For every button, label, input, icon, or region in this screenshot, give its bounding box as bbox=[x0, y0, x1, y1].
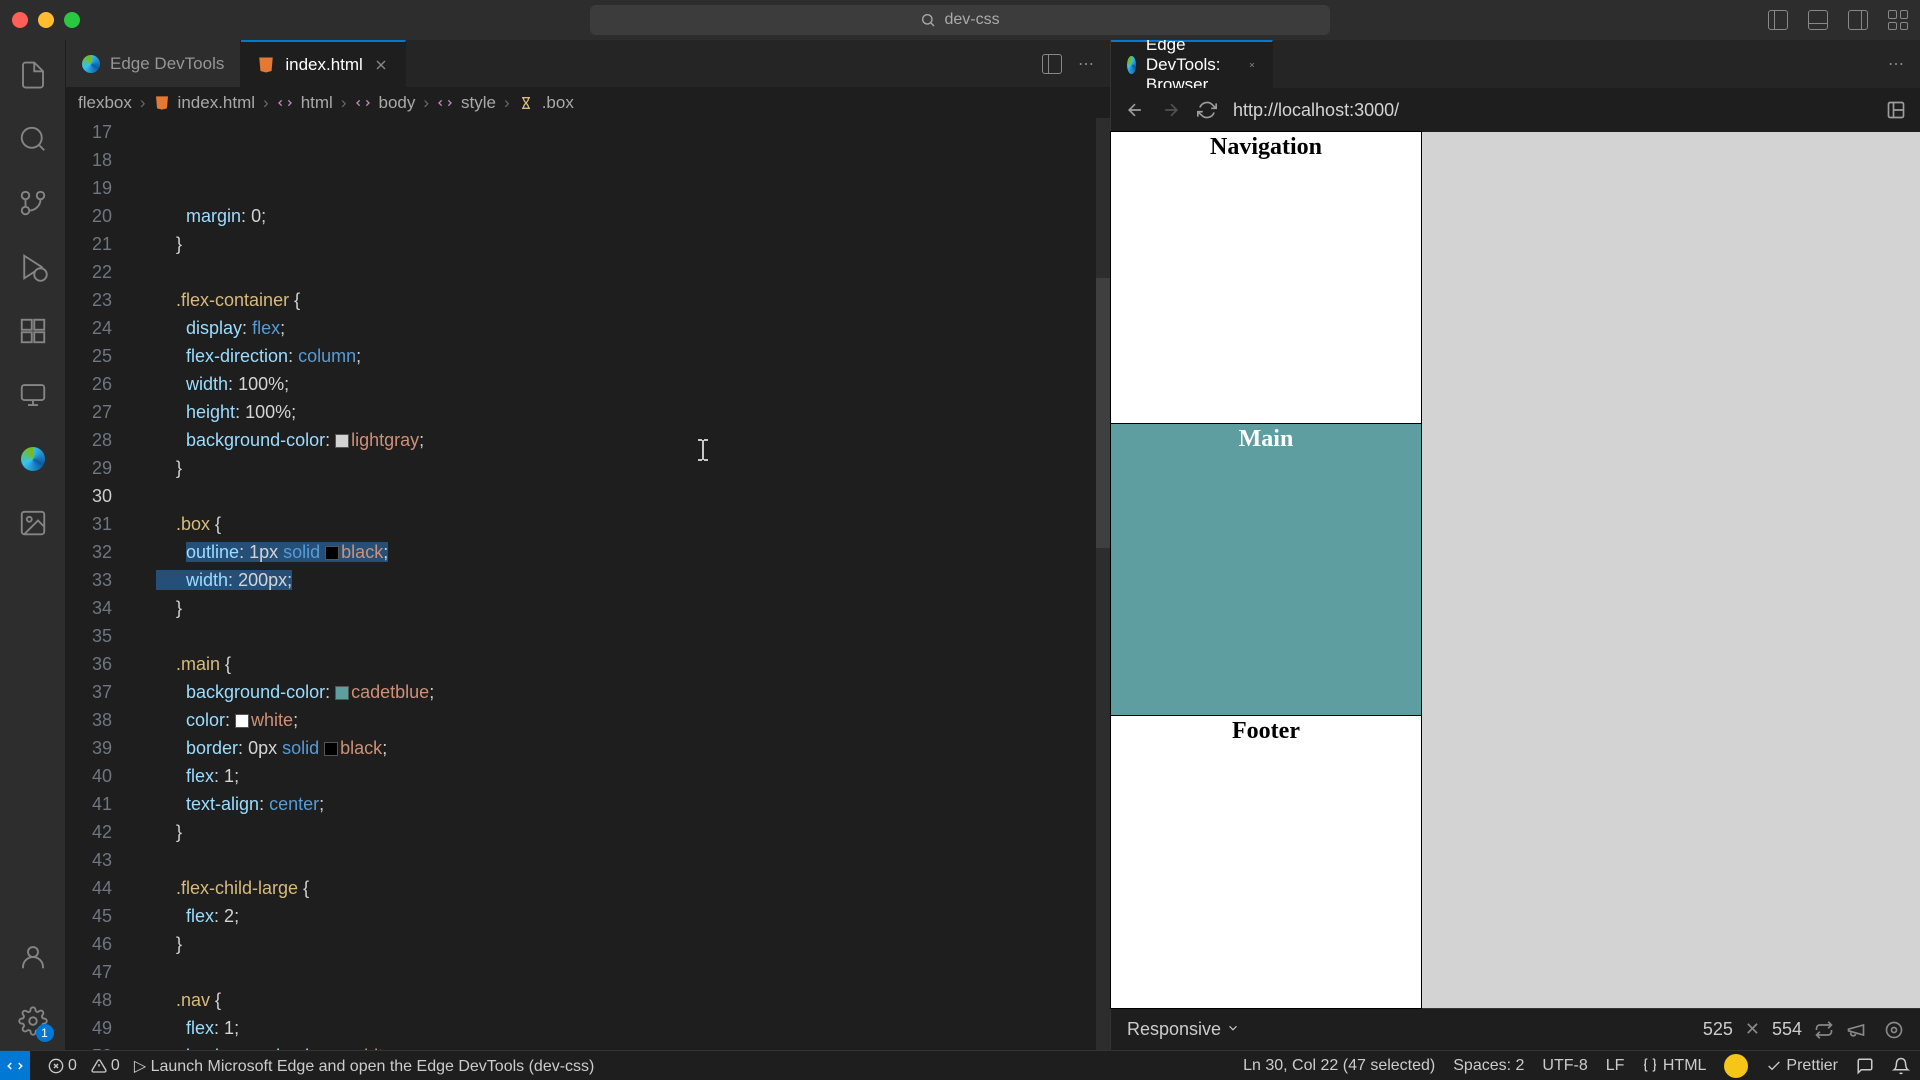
breadcrumb-item[interactable]: .box bbox=[542, 93, 574, 113]
breadcrumb-item[interactable]: html bbox=[301, 93, 333, 113]
browser-url[interactable]: http://localhost:3000/ bbox=[1233, 100, 1399, 121]
text-cursor-icon bbox=[694, 438, 712, 462]
right-tabs: Edge DevTools: Browser ⋯ bbox=[1111, 40, 1920, 88]
rotate-icon[interactable] bbox=[1814, 1020, 1834, 1040]
breadcrumb-item[interactable]: body bbox=[379, 93, 416, 113]
edge-icon bbox=[1127, 56, 1136, 74]
preview-nav: Navigation bbox=[1111, 132, 1421, 424]
minimap-slider[interactable] bbox=[1096, 278, 1110, 548]
encoding-status[interactable]: UTF-8 bbox=[1542, 1057, 1587, 1075]
eol-status[interactable]: LF bbox=[1606, 1057, 1625, 1075]
preview-footer: Footer bbox=[1111, 716, 1421, 1008]
code-editor[interactable]: 1718192021222324252627282930313233343536… bbox=[66, 118, 1110, 1050]
accounts-icon[interactable] bbox=[16, 940, 50, 974]
tab-label: Edge DevTools bbox=[110, 54, 224, 74]
breadcrumb-item[interactable]: index.html bbox=[178, 93, 255, 113]
browser-preview[interactable]: Navigation Main Footer bbox=[1111, 132, 1920, 1008]
screencast-icon[interactable] bbox=[1846, 1020, 1866, 1040]
symbol-css-icon bbox=[518, 95, 534, 111]
explorer-icon[interactable] bbox=[16, 58, 50, 92]
remote-indicator[interactable] bbox=[0, 1051, 30, 1080]
settings-icon[interactable]: 1 bbox=[16, 1004, 50, 1038]
language-status[interactable]: HTML bbox=[1642, 1057, 1706, 1075]
tab-edge-devtools[interactable]: Edge DevTools bbox=[66, 40, 241, 87]
close-icon[interactable] bbox=[373, 57, 389, 73]
preview-main: Main bbox=[1111, 424, 1421, 716]
browser-forward[interactable] bbox=[1161, 100, 1181, 120]
tab-browser[interactable]: Edge DevTools: Browser bbox=[1111, 40, 1273, 88]
symbol-icon bbox=[437, 95, 453, 111]
search-text: dev-css bbox=[944, 11, 999, 29]
layout-grid-icon[interactable] bbox=[1888, 10, 1908, 30]
run-debug-icon[interactable] bbox=[16, 250, 50, 284]
cursor-position[interactable]: Ln 30, Col 22 (47 selected) bbox=[1243, 1057, 1435, 1075]
search-icon bbox=[920, 12, 936, 28]
line-gutter: 1718192021222324252627282930313233343536… bbox=[66, 118, 134, 1050]
device-width[interactable]: 525 bbox=[1703, 1019, 1733, 1040]
minimap[interactable] bbox=[1096, 118, 1110, 1050]
breadcrumb-item[interactable]: style bbox=[461, 93, 496, 113]
tab-label: Edge DevTools: Browser bbox=[1146, 35, 1238, 95]
prettier-status[interactable]: Prettier bbox=[1766, 1057, 1838, 1075]
layout-sidebar-right-icon[interactable] bbox=[1848, 10, 1868, 30]
browser-reload[interactable] bbox=[1197, 100, 1217, 120]
layout-panel-icon[interactable] bbox=[1808, 10, 1828, 30]
layout-sidebar-left-icon[interactable] bbox=[1768, 10, 1788, 30]
html-file-icon bbox=[257, 56, 275, 74]
browser-back[interactable] bbox=[1125, 100, 1145, 120]
edge-devtools-icon[interactable] bbox=[16, 442, 50, 476]
browser-toolbar: http://localhost:3000/ bbox=[1111, 88, 1920, 132]
image-preview-icon[interactable] bbox=[16, 506, 50, 540]
activity-bar: 1 bbox=[0, 40, 66, 1050]
search-activity-icon[interactable] bbox=[16, 122, 50, 156]
open-devtools-icon[interactable] bbox=[1886, 100, 1906, 120]
indent-status[interactable]: Spaces: 2 bbox=[1453, 1057, 1524, 1075]
maximize-window[interactable] bbox=[64, 12, 80, 28]
status-bar: 0 0 ▷ Launch Microsoft Edge and open the… bbox=[0, 1050, 1920, 1080]
inspect-icon[interactable] bbox=[1884, 1020, 1904, 1040]
device-mode[interactable]: Responsive bbox=[1127, 1019, 1240, 1040]
problems-errors[interactable]: 0 bbox=[48, 1057, 77, 1075]
feedback-icon[interactable] bbox=[1856, 1057, 1874, 1075]
tab-index-html[interactable]: index.html bbox=[241, 40, 405, 87]
titlebar: dev-css bbox=[0, 0, 1920, 40]
symbol-icon bbox=[355, 95, 371, 111]
command-center[interactable]: dev-css bbox=[590, 5, 1330, 35]
notifications-icon[interactable] bbox=[1892, 1057, 1910, 1075]
extensions-icon[interactable] bbox=[16, 314, 50, 348]
breadcrumbs[interactable]: flexbox› index.html› html› body› style› … bbox=[66, 88, 1110, 118]
html-file-icon bbox=[154, 95, 170, 111]
source-control-icon[interactable] bbox=[16, 186, 50, 220]
window-controls bbox=[12, 12, 80, 28]
remote-explorer-icon[interactable] bbox=[16, 378, 50, 412]
close-icon[interactable] bbox=[1248, 57, 1256, 73]
device-height[interactable]: 554 bbox=[1772, 1019, 1802, 1040]
more-actions-icon[interactable]: ⋯ bbox=[1888, 54, 1904, 74]
chevron-down-icon bbox=[1226, 1021, 1240, 1035]
edge-icon bbox=[82, 55, 100, 73]
symbol-icon bbox=[277, 95, 293, 111]
editor-tabs: Edge DevTools index.html ⋯ bbox=[66, 40, 1110, 88]
more-actions-icon[interactable]: ⋯ bbox=[1078, 54, 1094, 74]
tab-label: index.html bbox=[285, 55, 362, 75]
dimension-x: ✕ bbox=[1745, 1019, 1760, 1040]
minimize-window[interactable] bbox=[38, 12, 54, 28]
launch-hint[interactable]: ▷ Launch Microsoft Edge and open the Edg… bbox=[134, 1056, 595, 1076]
problems-warnings[interactable]: 0 bbox=[91, 1057, 120, 1075]
editor-group-left: Edge DevTools index.html ⋯ flexbox› inde… bbox=[66, 40, 1110, 1050]
breadcrumb-item[interactable]: flexbox bbox=[78, 93, 132, 113]
go-live-icon[interactable] bbox=[1724, 1054, 1748, 1078]
code-content[interactable]: margin: 0; } .flex-container { display: … bbox=[156, 118, 1110, 1050]
editor-group-right: Edge DevTools: Browser ⋯ http://localhos… bbox=[1110, 40, 1920, 1050]
close-window[interactable] bbox=[12, 12, 28, 28]
split-editor-icon[interactable] bbox=[1042, 54, 1062, 74]
device-emulation-bar: Responsive 525 ✕ 554 bbox=[1111, 1008, 1920, 1050]
